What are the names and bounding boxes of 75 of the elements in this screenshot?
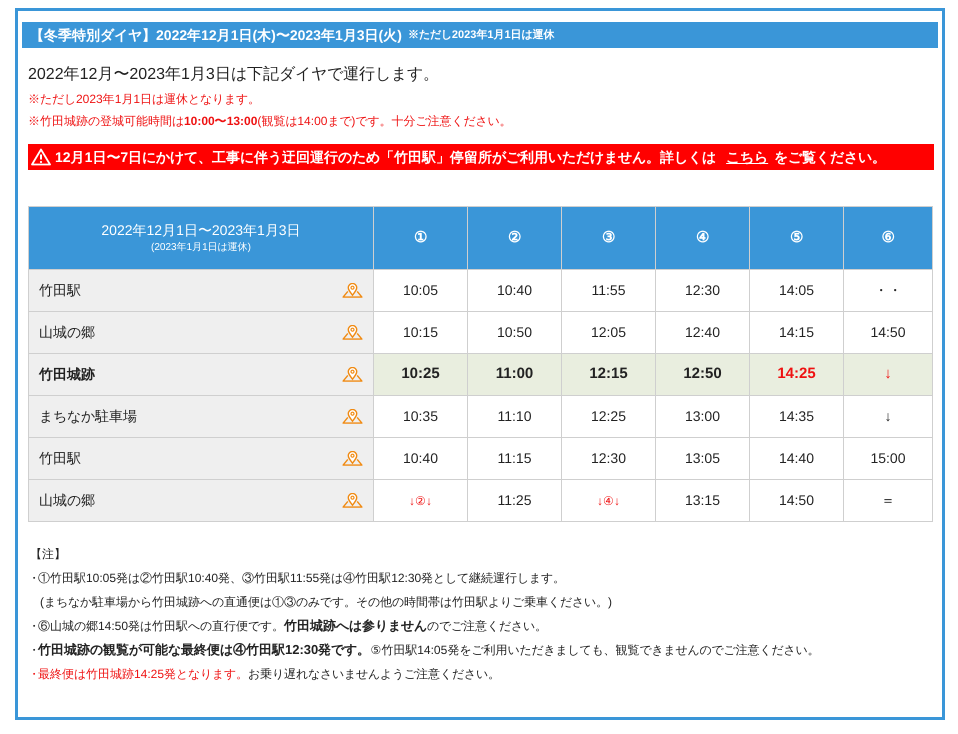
map-pin-icon[interactable] [342,283,363,298]
bullet: ・ [28,642,38,659]
stop-name: 山城の郷 [39,323,95,342]
column-header: ③ [562,206,656,270]
header-title: 2022年12月1日〜2023年1月3日 [100,221,302,240]
warning-icon [31,148,51,166]
time-cell: ・・ [844,270,932,312]
stop-name: 竹田城跡 [39,365,95,384]
column-header: ① [374,206,468,270]
map-pin-icon[interactable] [342,367,363,382]
time-cell: 14:05 [750,270,844,312]
title-note: ※ただし2023年1月1日は運休 [408,28,555,43]
alert-text: ※竹田城跡の登城可能時間は10:00〜13:00(観覧は14:00まで)です。十分ご注意ください。 [28,113,512,130]
stop-name: 竹田駅 [39,281,81,300]
time-cell: 10:15 [374,312,468,354]
time-cell: 12:05 [562,312,656,354]
time-cell: 10:40 [374,438,468,480]
time-cell: 14:50 [844,312,932,354]
details-link[interactable]: こちら [726,146,768,168]
time-cell: 13:15 [656,480,750,522]
map-pin-icon[interactable] [342,451,363,466]
time-cell: 10:25 [374,354,468,396]
time-cell: 11:10 [468,396,562,438]
note-text: 最終便は竹田城跡14:25発となります。お乗り遅れなさいませんようご注意ください。 [38,666,500,683]
time-cell: ↓④↓ [562,480,656,522]
time-cell: ↓ [844,354,932,396]
bullet: ・ [28,666,38,683]
time-cell: 12:25 [562,396,656,438]
note-text: 竹田城跡の観覧が可能な最終便は④竹田駅12:30発です。⑤竹田駅14:05発をご利用いただきましても、観覧できませんのでご注意ください。 [38,641,820,659]
time-cell: ↓ [844,396,932,438]
time-cell: 14:15 [750,312,844,354]
header-subtitle: (2023年1月1日は運休) [150,241,252,255]
warning-text: 12月1日〜7日にかけて、工事に伴う迂回運行のため「竹田駅」停留所がご利用いただけません。詳しくは [55,148,716,167]
note-text: (まちなか駐車場から竹田城跡への直通便は①③のみです。その他の時間帯は竹田駅よりご乗車ください。) [39,594,613,611]
time-cell: 15:00 [844,438,932,480]
time-cell: 11:55 [562,270,656,312]
note-text: ①竹田駅10:05発は②竹田駅10:40発、③竹田駅11:55発は④竹田駅12:30発として継続運行します。 [38,570,566,587]
intro-text: 2022年12月〜2023年1月3日は下記ダイヤで運行します。 [28,64,440,85]
time-cell: 13:00 [656,396,750,438]
stop-name: 竹田駅 [39,449,81,468]
time-cell: 10:05 [374,270,468,312]
time-cell: 14:50 [750,480,844,522]
time-cell: 14:35 [750,396,844,438]
bullet: ・ [28,618,38,635]
map-pin-icon[interactable] [342,325,363,340]
alert-text: ※ただし2023年1月1日は運休となります。 [28,91,262,108]
notes-heading: 【注】 [29,546,67,563]
column-header: ⑥ [844,206,932,270]
map-pin-icon[interactable] [342,493,363,508]
warning-text: をご覧ください。 [774,148,886,167]
time-cell: 12:40 [656,312,750,354]
time-cell: 11:25 [468,480,562,522]
time-cell: 10:35 [374,396,468,438]
note-text: ⑥山城の郷14:50発は竹田駅への直行便です。竹田城跡へは参りませんのでご注意ください。 [38,617,548,635]
time-cell: ↓②↓ [374,480,468,522]
time-cell: 10:50 [468,312,562,354]
time-cell: 14:40 [750,438,844,480]
time-cell: 10:40 [468,270,562,312]
column-header: ⑤ [750,206,844,270]
time-cell: ＝ [844,480,932,522]
time-cell: 11:15 [468,438,562,480]
time-cell: 11:00 [468,354,562,396]
time-cell: 14:25 [750,354,844,396]
bullet: ・ [28,570,38,587]
stop-name: 山城の郷 [39,491,95,510]
map-pin-icon[interactable] [342,409,363,424]
stop-name: まちなか駐車場 [39,407,137,426]
column-header: ② [468,206,562,270]
time-cell: 13:05 [656,438,750,480]
page-title: 【冬季特別ダイヤ】2022年12月1日(木)〜2023年1月3日(火) [30,26,402,45]
time-cell: 12:30 [656,270,750,312]
column-header: ④ [656,206,750,270]
time-cell: 12:15 [562,354,656,396]
time-cell: 12:30 [562,438,656,480]
time-cell: 12:50 [656,354,750,396]
